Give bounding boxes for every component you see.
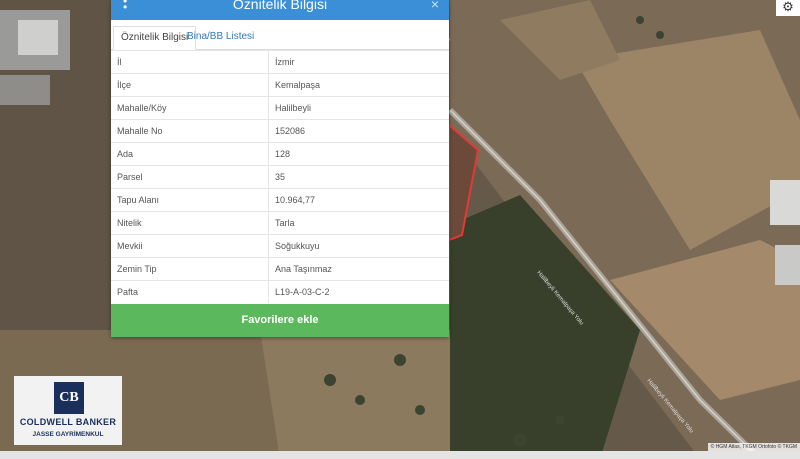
table-row: Parsel 35 [111, 165, 449, 189]
row-value: İzmir [268, 50, 449, 74]
gear-icon[interactable]: ⚙ [776, 0, 800, 16]
logo-subtitle: JASSE GAYRİMENKUL [32, 431, 104, 438]
add-favorite-button[interactable]: Favorilere ekle [111, 304, 449, 337]
row-value: Halilbeyli [268, 96, 449, 120]
company-logo: CB COLDWELL BANKER JASSE GAYRİMENKUL [14, 376, 122, 445]
map-attribution: © HGM Atlas, TKGM Ortofoto © TKGM [707, 443, 800, 451]
row-value: 152086 [268, 119, 449, 143]
row-key: Nitelik [111, 211, 269, 235]
table-row: Mahalle/Köy Halilbeyli [111, 96, 449, 120]
table-row: İl İzmir [111, 50, 449, 74]
row-key: İlçe [111, 73, 269, 97]
panel-tabs: Öznitelik Bilgisi Bina/BB Listesi [111, 22, 449, 50]
table-row: İlçe Kemalpaşa [111, 73, 449, 97]
logo-name: COLDWELL BANKER [19, 417, 117, 427]
attribute-panel: • • Öznitelik Bilgisi × Öznitelik Bilgisi… [111, 0, 449, 337]
row-value: Tarla [268, 211, 449, 235]
row-value: 35 [268, 165, 449, 189]
row-key: Tapu Alanı [111, 188, 269, 212]
row-value: 128 [268, 142, 449, 166]
table-row: Tapu Alanı 10.964,77 [111, 188, 449, 212]
row-key: Mahalle No [111, 119, 269, 143]
row-value: Soğukkuyu [268, 234, 449, 258]
row-key: Pafta [111, 280, 269, 303]
table-row: Pafta L19-A-03-C-2 [111, 280, 449, 303]
table-row: Nitelik Tarla [111, 211, 449, 235]
panel-header: • • Öznitelik Bilgisi × [111, 0, 449, 20]
panel-title: Öznitelik Bilgisi [232, 0, 328, 12]
logo-mark: CB [54, 382, 84, 414]
row-key: Mahalle/Köy [111, 96, 269, 120]
row-key: Parsel [111, 165, 269, 189]
tab-building-list[interactable]: Bina/BB Listesi [180, 26, 261, 48]
row-key: Ada [111, 142, 269, 166]
row-value: Kemalpaşa [268, 73, 449, 97]
table-row: Ada 128 [111, 142, 449, 166]
table-row: Zemin Tip Ana Taşınmaz [111, 257, 449, 281]
row-key: Mevkii [111, 234, 269, 258]
row-key: Zemin Tip [111, 257, 269, 281]
row-value: Ana Taşınmaz [268, 257, 449, 281]
row-key: İl [111, 50, 269, 74]
row-value: L19-A-03-C-2 [268, 280, 449, 303]
attribute-table: İl İzmir İlçe Kemalpaşa Mahalle/Köy Halilbeyl… [111, 50, 449, 303]
table-row: Mahalle No 152086 [111, 119, 449, 143]
bottom-bar [0, 451, 800, 459]
close-icon[interactable]: × [431, 0, 439, 12]
table-row: Mevkii Soğukkuyu [111, 234, 449, 258]
row-value: 10.964,77 [268, 188, 449, 212]
